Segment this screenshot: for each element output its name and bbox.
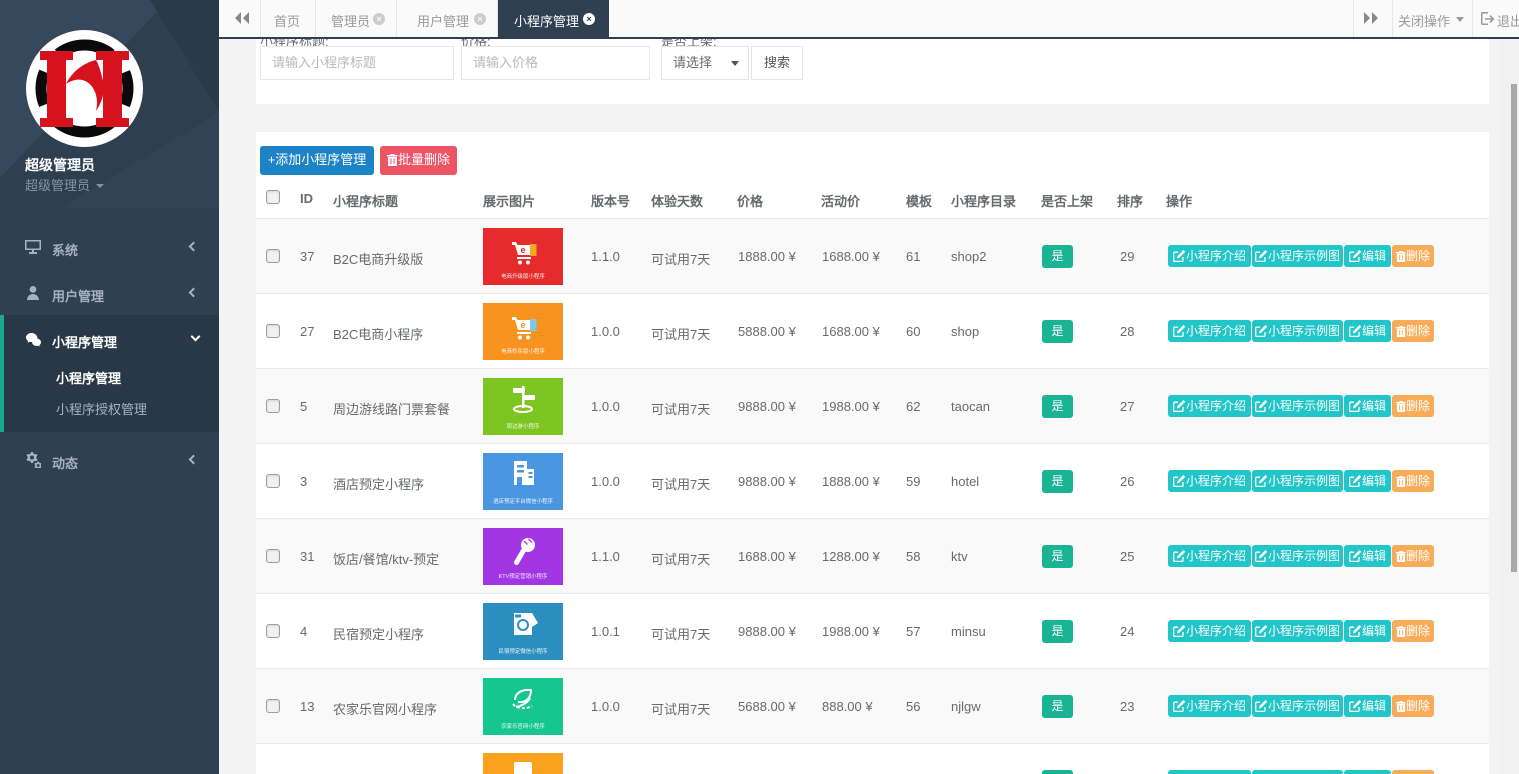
- svg-text:e: e: [520, 245, 525, 255]
- svg-text:e: e: [520, 320, 525, 330]
